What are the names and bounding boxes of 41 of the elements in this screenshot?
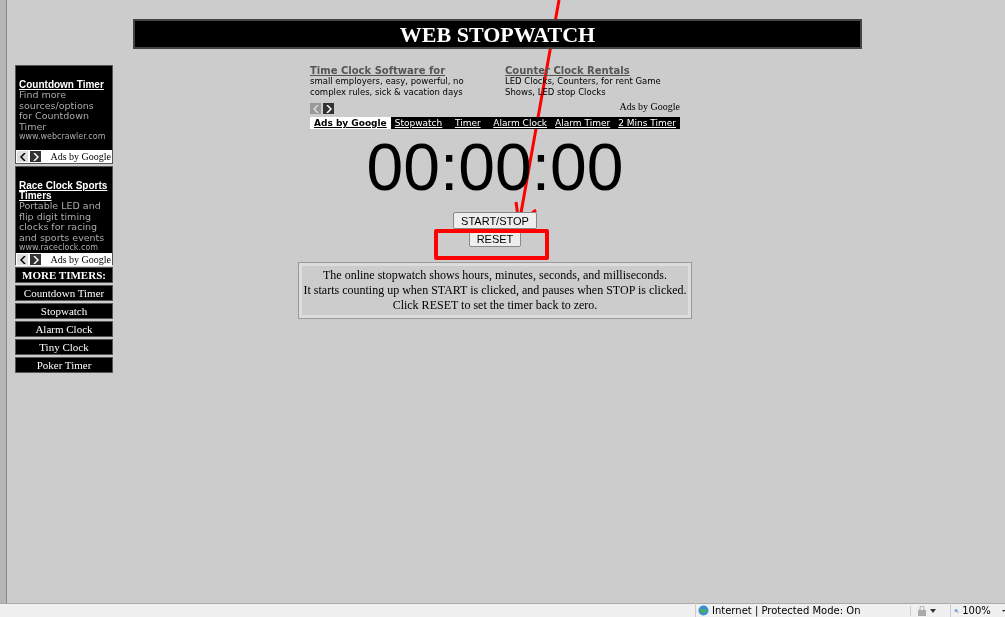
ad-text: Find more sources/options for Countdown Timer [19, 90, 95, 132]
ad-link[interactable]: Time Clock Software for [310, 65, 485, 76]
timer-link[interactable]: Tiny Clock [15, 339, 113, 355]
description-text: The online stopwatch shows hours, minutes, seconds, and milliseconds. [323, 268, 667, 283]
chevron-left-icon [312, 104, 319, 113]
page-title: WEB STOPWATCH [399, 20, 596, 49]
next-button[interactable] [323, 103, 334, 114]
timer-link[interactable]: Alarm Clock [15, 321, 113, 337]
more-timers-heading: MORE TIMERS: [15, 267, 113, 283]
previous-button[interactable] [17, 254, 28, 265]
nav-tab[interactable]: Ads by Google [310, 117, 391, 129]
ad-link[interactable]: Countdown Timer [19, 80, 109, 90]
ads-label: Ads by Google [619, 100, 680, 114]
ad-url: www.raceclock.com [19, 243, 100, 253]
ads-label: Ads by Google [50, 253, 111, 267]
zone-status: Internet | Protected Mode: On [712, 604, 861, 617]
next-button[interactable] [30, 254, 41, 265]
nav-tab[interactable]: Alarm Timer [551, 117, 615, 129]
nav-tab[interactable]: Alarm Clock [489, 117, 552, 129]
timer-link[interactable]: Stopwatch [15, 303, 113, 319]
control-button[interactable]: START/STOP [453, 212, 537, 229]
nav-tab[interactable]: 2 Mins Timer [614, 117, 680, 129]
timer-link[interactable]: Poker Timer [15, 357, 113, 373]
ad-text: Portable LED and flip digit timing clocks for racing and sports events [19, 201, 106, 243]
description-text: Click RESET to set the timer back to zero. [392, 298, 598, 313]
chevron-left-icon [19, 255, 26, 264]
next-button[interactable] [30, 151, 41, 162]
zoom-level[interactable]: 100% [962, 603, 991, 617]
ad-text: small employers, easy, powerful, no complex rules, sick & vacation days [310, 76, 465, 97]
nav-tab[interactable]: Stopwatch [390, 117, 447, 129]
nav-tab[interactable]: Timer [446, 117, 490, 129]
globe-icon [698, 605, 709, 616]
chevron-right-icon [325, 104, 332, 113]
ad-link[interactable]: Race Clock Sports Timers [19, 181, 109, 201]
ad-url: www.webcrawler.com [19, 132, 107, 142]
previous-button[interactable] [17, 151, 28, 162]
ads-label: Ads by Google [50, 150, 111, 164]
chevron-left-icon [19, 152, 26, 161]
timer-link[interactable]: Countdown Timer [15, 285, 113, 301]
description-text: It starts counting up when START is clicked, and pauses when STOP is clicked. [303, 283, 687, 298]
caret-icon [930, 608, 936, 613]
